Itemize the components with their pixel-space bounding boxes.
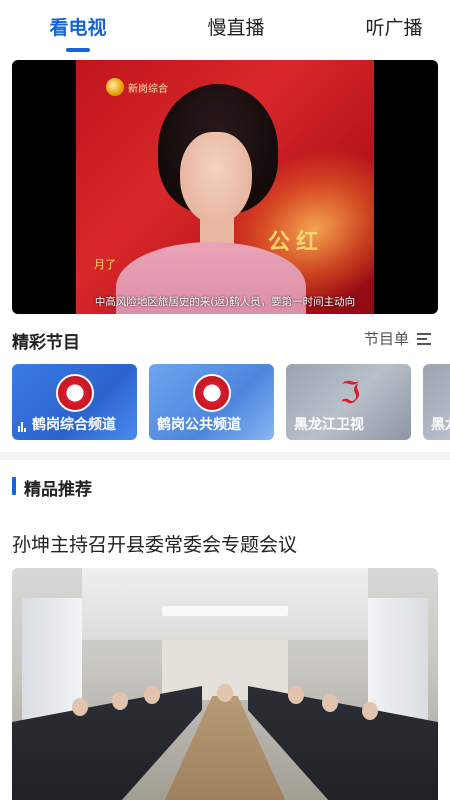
video-player[interactable]: 新岗综合 公红 月了 中高风险地区旅居史的来(返)鹤人员，要第一时间主动向 [12,60,438,314]
hegang-tv-logo-icon [56,374,94,412]
anchor-face [180,132,252,224]
video-frame: 新岗综合 公红 月了 [76,60,374,314]
video-subtitle: 中高风险地区旅居史的来(返)鹤人员，要第一时间主动向 [94,296,356,308]
channel-list: 鹤岗综合频道 鹤岗公共频道 ℑ 黑龙江卫视 黑龙 [12,364,450,442]
channel-card-hegang-general[interactable]: 鹤岗综合频道 [12,364,137,440]
heilongjiang-tv-logo-icon: ℑ [339,376,361,411]
channel-card-heilongjiang-2[interactable]: 黑龙 [423,364,450,440]
ceiling-light [162,606,288,616]
attendee-head [72,698,88,716]
active-tab-indicator [66,48,90,52]
channel-label: 黑龙江卫视 [294,417,364,433]
channel-label: 鹤岗综合频道 [32,417,116,433]
tab-watch-tv[interactable]: 看电视 [38,14,118,42]
station-logo-icon [106,78,124,96]
attendee-head [217,684,233,702]
channel-label: 黑龙 [431,417,450,433]
news-thumbnail[interactable] [12,568,438,800]
tab-radio[interactable]: 听广播 [354,14,434,42]
attendee-head [112,692,128,710]
recommend-section-title: 精品推荐 [24,480,92,500]
section-divider [0,452,450,460]
schedule-label: 节目单 [364,330,410,348]
video-overlay-text: 公红 [268,230,325,255]
playing-bars-icon [18,422,28,432]
hegang-tv-logo-icon [193,374,231,412]
top-tab-bar: 看电视 慢直播 听广播 [0,0,450,56]
attendee-head [362,702,378,720]
channel-label: 鹤岗公共频道 [157,417,241,433]
schedule-button[interactable]: 节目单 [364,328,432,349]
channel-card-heilongjiang[interactable]: ℑ 黑龙江卫视 [286,364,411,440]
tab-slow-live[interactable]: 慢直播 [196,14,276,42]
attendee-head [144,686,160,704]
video-overlay-small-text: 月了 [94,258,116,271]
attendee-head [322,694,338,712]
news-title[interactable]: 孙坤主持召开县委常委会专题会议 [12,530,297,557]
list-icon [417,332,432,345]
featured-section-title: 精彩节目 [12,333,80,353]
attendee-head [288,686,304,704]
channel-card-hegang-public[interactable]: 鹤岗公共频道 [149,364,274,440]
station-name: 新岗综合 [128,84,168,95]
ceiling [82,568,368,640]
section-accent-bar [12,477,16,495]
